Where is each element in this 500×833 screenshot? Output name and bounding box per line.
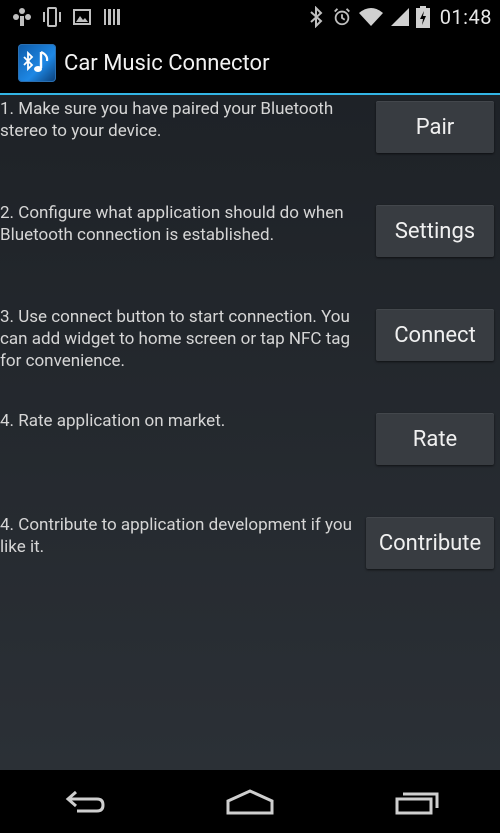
connect-button[interactable]: Connect [376,309,494,361]
action-bar: Car Music Connector [0,33,500,95]
step-1-text: 1. Make sure you have paired your Blueto… [0,99,334,141]
phone-vibrate-icon [42,6,62,27]
step-5-text: 4. Contribute to application development… [0,515,352,557]
image-icon [72,7,92,27]
recent-apps-icon[interactable] [387,782,447,822]
app-title: Car Music Connector [64,50,270,76]
home-icon[interactable] [220,782,280,822]
pair-button[interactable]: Pair [376,101,494,153]
alarm-icon [332,7,352,27]
contribute-button[interactable]: Contribute [366,517,494,569]
status-bar-system: 01:48 [306,0,492,33]
usb-debug-icon [12,7,32,27]
step-4-text: 4. Rate application on market. [0,411,226,431]
navigation-bar [0,770,500,833]
barcode-icon [102,7,122,27]
status-time: 01:48 [439,4,492,29]
signal-icon [390,7,410,27]
settings-button[interactable]: Settings [376,205,494,257]
back-icon[interactable] [53,782,113,822]
main-content: 1. Make sure you have paired your Blueto… [0,95,500,770]
bluetooth-music-icon[interactable] [18,44,56,82]
wifi-icon [358,7,384,27]
status-bar-notifications [0,6,122,27]
battery-charging-icon [415,5,430,28]
status-bar: 01:48 [0,0,500,33]
bluetooth-icon [306,5,326,28]
rate-button[interactable]: Rate [376,413,494,465]
step-3-text: 3. Use connect button to start connectio… [0,307,351,371]
step-2-text: 2. Configure what application should do … [0,203,344,245]
